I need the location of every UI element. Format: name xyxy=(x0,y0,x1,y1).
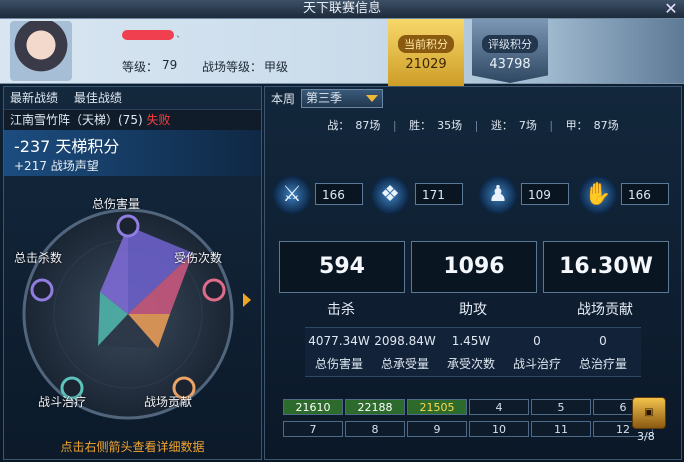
profile-banner: ˎ 等级： 79 战场等级： 甲级 xyxy=(0,19,684,84)
battle-name: 江南雪竹阵（天梯）(75) xyxy=(10,113,143,127)
score-cell[interactable]: 5 xyxy=(531,399,591,415)
battle-summary: -237 天梯积分 +217 战场声望 xyxy=(4,130,261,176)
radar-label-top: 总伤害量 xyxy=(92,197,141,211)
radar-node-right xyxy=(202,278,226,302)
kills-stat-value: 594 xyxy=(279,241,405,293)
tab-latest-record[interactable]: 最新战绩 xyxy=(10,91,58,105)
radar-label-bottom-left: 战斗治疗 xyxy=(38,395,87,409)
radar-node-left xyxy=(30,278,54,302)
radar-label-bottom-right: 战场贡献 xyxy=(144,395,193,409)
score-cell[interactable]: 9 xyxy=(407,421,467,437)
week-label: 本周 xyxy=(271,92,296,106)
dolphin-icon: ❖ xyxy=(371,176,409,214)
tab-best-record[interactable]: 最佳战绩 xyxy=(74,91,122,105)
count-wins: 胜： 35场 xyxy=(409,119,463,132)
rating-score-badge: 评级积分 43798 xyxy=(472,19,548,83)
warrior-icon-value: 109 xyxy=(521,183,569,205)
battle-record-panel: 最新战绩 最佳战绩 江南雪竹阵（天梯）(75) 失败 -237 天梯积分 +21… xyxy=(3,86,262,460)
page-indicator: 3/8 xyxy=(637,430,655,443)
treasure-chest-icon[interactable]: ▣ xyxy=(632,397,666,429)
close-icon[interactable]: ✕ xyxy=(662,0,680,18)
crossed-swords-icon: ⚔ xyxy=(273,176,311,214)
score-cell[interactable]: 11 xyxy=(531,421,591,437)
radar-node-top xyxy=(116,214,140,238)
count-jia: 甲： 87场 xyxy=(565,119,619,132)
battle-rank-value: 甲级 xyxy=(264,60,289,74)
rating-score-value: 43798 xyxy=(489,57,531,72)
radar-label-right: 受伤次数 xyxy=(174,251,223,265)
count-matches: 战： 87场 xyxy=(327,119,381,132)
current-score-label: 当前积分 xyxy=(398,35,454,53)
handshake-icon: ✋ xyxy=(579,176,617,214)
season-select[interactable]: 第三季 xyxy=(301,89,383,108)
detail-stats: 4077.34W 2098.84W 1.45W 0 0 总伤害量 总承受量 承受… xyxy=(305,327,641,377)
avatar xyxy=(10,21,72,81)
window-titlebar: 天下联赛信息 ✕ xyxy=(0,0,684,19)
battle-row: 江南雪竹阵（天梯）(75) 失败 xyxy=(4,109,261,130)
contribution-stat-label: 战场贡献 xyxy=(577,302,633,318)
detail-label-total-damage: 总伤害量 xyxy=(314,357,363,371)
detail-value-total-taken: 2098.84W xyxy=(374,334,436,348)
player-name-tail: ˎ xyxy=(176,27,181,38)
detail-label-hits-taken: 承受次数 xyxy=(446,357,495,371)
assists-stat-value: 1096 xyxy=(411,241,537,293)
battle-result: 失败 xyxy=(146,113,171,127)
score-cell[interactable]: 10 xyxy=(469,421,529,437)
warrior-icon: ♟ xyxy=(479,176,517,214)
league-info-window: 天下联赛信息 ✕ ˎ 等级： 79 战场等级： 甲级 当前积分 21029 评级… xyxy=(0,0,684,462)
detail-label-total-heal: 总治疗量 xyxy=(578,357,627,371)
match-counts: 战： 87场 | 胜： 35场 | 逃： 7场 | 甲： 87场 xyxy=(265,117,681,133)
radar-label-left: 总击杀数 xyxy=(14,251,63,265)
kills-icon-value: 166 xyxy=(315,183,363,205)
expand-arrow-icon[interactable] xyxy=(243,293,251,307)
window-title: 天下联赛信息 xyxy=(302,1,381,16)
kills-stat-label: 击杀 xyxy=(327,302,355,318)
score-cell[interactable]: 22188 xyxy=(345,399,405,415)
score-cell[interactable]: 4 xyxy=(469,399,529,415)
ladder-score-delta: -237 天梯积分 xyxy=(14,137,120,156)
score-cell[interactable]: 7 xyxy=(283,421,343,437)
detail-value-total-damage: 4077.34W xyxy=(308,334,370,348)
record-tabs: 最新战绩 最佳战绩 xyxy=(4,87,261,109)
score-cell[interactable]: 21610 xyxy=(283,399,343,415)
detail-value-hits-taken: 1.45W xyxy=(451,334,491,348)
score-cell[interactable]: 8 xyxy=(345,421,405,437)
chevron-down-icon xyxy=(366,95,378,102)
reputation-delta: +217 战场声望 xyxy=(14,159,99,173)
player-name-redacted xyxy=(122,30,174,40)
detail-hint: 点击右侧箭头查看详细数据 xyxy=(60,440,205,454)
count-escapes: 逃： 7场 xyxy=(490,119,537,132)
rating-score-label: 评级积分 xyxy=(482,35,538,53)
detail-label-battle-heal: 战斗治疗 xyxy=(512,357,561,371)
weekly-header: 本周 第三季 xyxy=(265,87,681,109)
assists-stat-label: 助攻 xyxy=(459,302,487,318)
detail-value-total-heal: 0 xyxy=(599,334,607,348)
handshake-icon-value: 166 xyxy=(621,183,669,205)
assist-icon-value: 171 xyxy=(415,183,463,205)
score-cell[interactable]: 21505 xyxy=(407,399,467,415)
detail-value-battle-heal: 0 xyxy=(533,334,541,348)
level-label: 等级： xyxy=(122,60,159,74)
level-value: 79 xyxy=(162,58,178,72)
detail-label-total-taken: 总承受量 xyxy=(380,357,429,371)
season-value: 第三季 xyxy=(306,91,343,105)
battle-rank-label: 战场等级： xyxy=(202,60,263,74)
current-score-value: 21029 xyxy=(405,57,447,72)
weekly-stats-panel: 本周 第三季 战： 87场 | 胜： 35场 | 逃： 7场 | 甲： 87场 ⚔ 16… xyxy=(264,86,682,460)
contribution-stat-value: 16.30W xyxy=(543,241,669,293)
